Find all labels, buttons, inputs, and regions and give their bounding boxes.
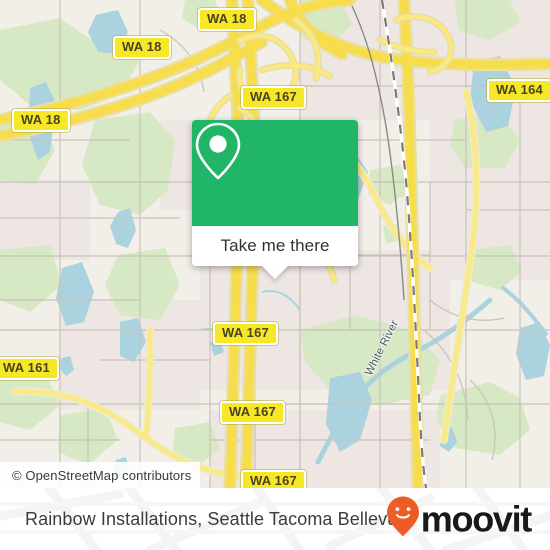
take-me-there-card[interactable]: Take me there (192, 120, 358, 279)
moovit-wordmark: moovit (420, 498, 533, 539)
osm-attribution-text: © OpenStreetMap contributors (12, 467, 192, 483)
osm-attribution: © OpenStreetMap contributors (0, 462, 201, 488)
highway-shield: WA 18 (113, 36, 171, 59)
highway-shield: WA 167 (213, 322, 278, 345)
take-me-there-label[interactable]: Take me there (192, 226, 358, 266)
highway-shield: WA 167 (220, 401, 285, 424)
card-icon-area (192, 120, 358, 226)
highway-shield: WA 161 (0, 357, 59, 380)
moovit-location-card: WA 18 WA 18 WA 167 WA 164 WA 18 WA 167 W… (0, 0, 550, 550)
footer-bar: Rainbow Installations, Seattle Tacoma Be… (0, 488, 550, 550)
map-canvas[interactable]: WA 18 WA 18 WA 167 WA 164 WA 18 WA 167 W… (0, 0, 550, 488)
highway-shield: WA 167 (241, 86, 306, 109)
highway-shield: WA 164 (487, 79, 550, 102)
highway-shield: WA 18 (12, 109, 70, 132)
highway-shield: WA 18 (198, 8, 256, 31)
moovit-logo[interactable]: moovit (386, 496, 533, 543)
moovit-smiling-pin-logo-icon (386, 496, 420, 543)
highway-shield: WA 167 (241, 470, 306, 488)
card-pointer (261, 265, 289, 279)
location-title: Rainbow Installations, Seattle Tacoma Be… (25, 508, 408, 529)
